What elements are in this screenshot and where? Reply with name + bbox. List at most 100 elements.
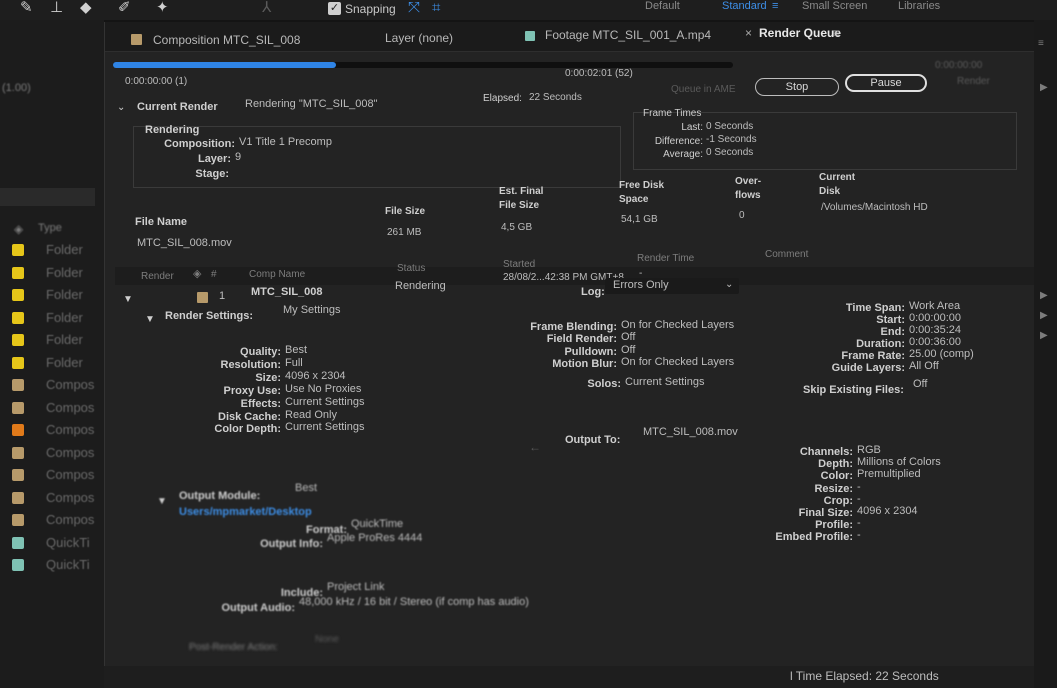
channels-value: RGB <box>857 444 881 456</box>
panel-arrow-icon[interactable]: ▶ <box>1040 82 1048 93</box>
right-time-readout: 0:00:00:00 <box>935 60 983 71</box>
project-search-bar[interactable] <box>0 188 95 206</box>
queue-item-comp-name[interactable]: MTC_SIL_008 <box>251 286 323 298</box>
label-color-swatch <box>12 379 24 391</box>
current-render-toggle-icon[interactable]: ⌄ <box>117 102 125 113</box>
channels-label: Channels: <box>799 446 853 458</box>
elapsed-value: 22 Seconds <box>529 92 582 103</box>
render-settings-expand-icon[interactable]: ▼ <box>145 314 155 325</box>
project-list-item[interactable]: QuickTi <box>6 535 106 551</box>
post-render-value[interactable]: None <box>315 634 339 645</box>
workspace-small-screen[interactable]: Small Screen <box>802 0 867 12</box>
status-column-header[interactable]: Status <box>397 263 425 274</box>
field-render-label: Field Render: <box>546 333 617 346</box>
snapping-checkbox[interactable]: ✓ <box>328 2 341 15</box>
elapsed-label: Elapsed: <box>483 93 522 104</box>
label-color-swatch <box>12 469 24 481</box>
tab-composition[interactable]: Composition MTC_SIL_008 <box>153 33 300 47</box>
project-list-item[interactable]: Folder <box>6 287 106 303</box>
project-list-item[interactable]: Compos <box>6 445 106 461</box>
pause-button[interactable]: Pause <box>845 74 927 92</box>
progress-start-time: 0:00:00:00 (1) <box>125 76 188 87</box>
project-list-item[interactable]: Compos <box>6 400 106 416</box>
close-tab-icon[interactable]: × <box>745 26 752 40</box>
project-list-item[interactable]: Folder <box>6 332 106 348</box>
render-button[interactable]: Render <box>957 76 990 87</box>
log-dropdown[interactable]: Errors Only ⌄ <box>605 278 739 294</box>
log-label: Log: <box>581 286 605 298</box>
project-list-item[interactable]: Compos <box>6 467 106 483</box>
field-render-value: Off <box>621 331 636 344</box>
project-list-item[interactable]: Compos <box>6 422 106 438</box>
render-column-header[interactable]: Render <box>141 271 174 282</box>
panel-arrow-icon[interactable]: ▶ <box>1040 330 1048 341</box>
panel-arrow-icon[interactable]: ▶ <box>1040 310 1048 321</box>
est-final-header-2: File Size <box>499 200 540 211</box>
axis-icon[interactable]: ⅄ <box>262 0 271 16</box>
project-list-item[interactable]: Compos <box>6 490 106 506</box>
chevron-down-icon: ⌄ <box>725 279 734 290</box>
project-panel: (1.00) ◈ Type Folder Folder Folder Folder Fo… <box>0 20 104 688</box>
output-to-value[interactable]: MTC_SIL_008.mov <box>643 426 738 438</box>
workspace-menu-icon[interactable]: ≡ <box>772 0 778 12</box>
brush-tool-icon[interactable]: ✎ <box>20 0 33 16</box>
output-module-value[interactable]: Best <box>295 482 317 494</box>
file-size-value: 261 MB <box>387 227 422 238</box>
output-module-path[interactable]: Users/mpmarket/Desktop <box>179 506 312 518</box>
snap-edges-icon[interactable]: ⤧ <box>408 0 420 16</box>
size-label: Size: <box>255 371 281 384</box>
right-side-panel: ≡ ▶ ▶ ▶ ▶ <box>1034 20 1057 688</box>
frame-last-value: 0 Seconds <box>706 121 754 132</box>
project-list-item[interactable]: Compos <box>6 512 106 528</box>
started-column-header[interactable]: Started <box>503 259 535 270</box>
depth-value: Millions of Colors <box>857 456 941 469</box>
panel-menu-icon[interactable]: ≡ <box>833 26 840 40</box>
quality-label: Quality: <box>240 346 281 358</box>
project-list-item[interactable]: Compos <box>6 377 106 393</box>
comp-name-column-header[interactable]: Comp Name <box>249 269 305 280</box>
color-depth-value: Current Settings <box>285 421 365 434</box>
label-color-swatch <box>12 334 24 346</box>
end-label: End: <box>880 326 905 338</box>
est-final-header-1: Est. Final <box>499 186 544 197</box>
queue-item-expand-icon[interactable]: ▼ <box>123 294 133 305</box>
project-item-type: Compos <box>46 489 95 505</box>
project-list-item[interactable]: Folder <box>6 310 106 326</box>
profile-label: Profile: <box>815 519 853 532</box>
queue-item-label-color[interactable] <box>197 292 208 303</box>
project-list-item[interactable]: Folder <box>6 265 106 281</box>
project-list-item[interactable]: Folder <box>6 242 106 258</box>
render-settings-value[interactable]: My Settings <box>283 304 340 316</box>
tab-layer[interactable]: Layer (none) <box>385 31 453 45</box>
stop-button[interactable]: Stop <box>755 78 839 96</box>
tab-render-queue[interactable]: Render Queue <box>759 26 841 40</box>
rendering-status: Rendering "MTC_SIL_008" <box>245 98 378 110</box>
workspace-default[interactable]: Default <box>645 0 680 12</box>
motion-blur-label: Motion Blur: <box>552 358 617 371</box>
crop-label: Crop: <box>823 494 853 507</box>
project-list-item[interactable]: Folder <box>6 355 106 371</box>
number-column-header[interactable]: # <box>211 269 217 280</box>
size-value: 4096 x 2304 <box>285 369 346 382</box>
tab-footage[interactable]: Footage MTC_SIL_001_A.mp4 <box>545 28 711 42</box>
workspace-libraries[interactable]: Libraries <box>898 0 940 12</box>
label-color-swatch <box>12 311 24 324</box>
quality-value: Best <box>285 344 308 356</box>
label-color-swatch <box>12 559 24 571</box>
eraser-tool-icon[interactable]: ◆ <box>80 0 92 16</box>
panel-arrow-icon[interactable]: ▶ <box>1040 290 1048 301</box>
roto-brush-icon[interactable]: ✐ <box>118 0 131 16</box>
snap-grid-icon[interactable]: ⌗ <box>432 0 440 16</box>
end-value: 0:00:35:24 <box>909 324 961 336</box>
puppet-pin-icon[interactable]: ✦ <box>156 0 169 16</box>
output-module-expand-icon[interactable]: ▼ <box>157 496 167 507</box>
project-list-item[interactable]: QuickTi <box>6 557 106 573</box>
queue-in-ame-button[interactable]: Queue in AME <box>671 84 735 95</box>
frame-rate-label: Frame Rate: <box>841 350 905 362</box>
workspace-standard[interactable]: Standard <box>722 0 767 12</box>
label-color-swatch <box>12 491 24 504</box>
comment-column-header[interactable]: Comment <box>765 249 808 260</box>
clone-stamp-icon[interactable]: ⊥ <box>50 0 63 16</box>
render-time-column-header[interactable]: Render Time <box>637 253 694 264</box>
panel-menu-icon[interactable]: ≡ <box>1038 38 1044 49</box>
